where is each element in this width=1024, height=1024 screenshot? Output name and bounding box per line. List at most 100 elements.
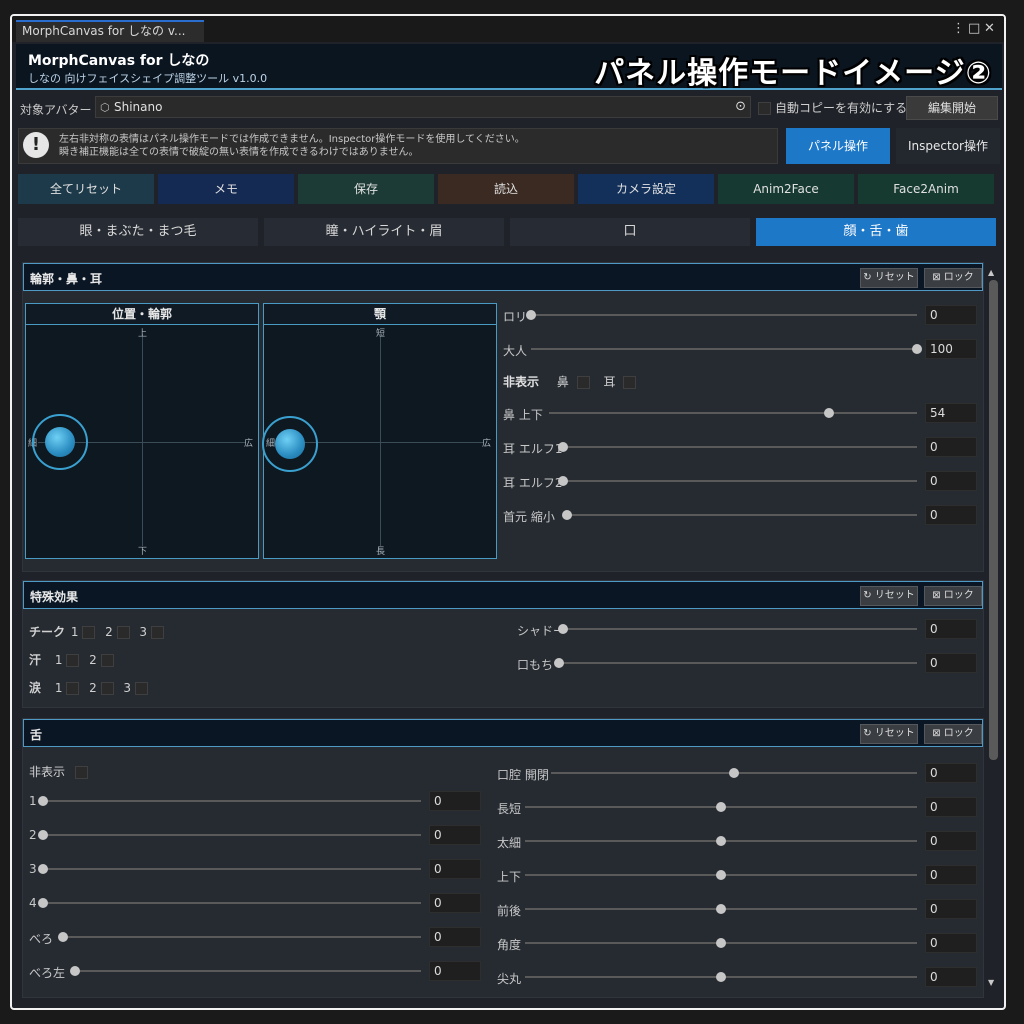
tongue-left-slider-thumb-1[interactable] [38, 830, 48, 840]
contour-slider-thumb-1[interactable] [912, 344, 922, 354]
special-lock-button[interactable]: ⊠ ロック [924, 586, 982, 606]
hide-ear-checkbox[interactable] [623, 376, 637, 389]
avatar-object-field[interactable]: ⬡ Shinano ⊙ [95, 96, 751, 118]
tongue-left-slider-value-5[interactable]: 0 [429, 961, 481, 981]
contour-reset-button[interactable]: ↻ リセット [860, 268, 918, 288]
tongue-right-slider-value-6[interactable]: 0 [925, 967, 977, 987]
tongue-right-slider-value-2[interactable]: 0 [925, 831, 977, 851]
cheek-3-checkbox[interactable] [150, 626, 164, 639]
tongue-right-slider-value-4[interactable]: 0 [925, 899, 977, 919]
position-contour-pad[interactable]: 位置・輪郭 上 下 細 広 [25, 303, 259, 559]
tongue-right-slider-thumb-0[interactable] [729, 768, 739, 778]
contour-slider-value-2[interactable]: 54 [925, 403, 977, 423]
scroll-down-icon[interactable]: ▼ [988, 978, 994, 987]
category-tab-0[interactable]: 眼・まぶた・まつ毛 [18, 218, 258, 246]
contour-slider-track-2[interactable] [549, 412, 917, 414]
tongue-left-slider-track-0[interactable] [43, 800, 421, 802]
tongue-left-slider-thumb-3[interactable] [38, 898, 48, 908]
menu-icon[interactable]: ⋮ [952, 21, 965, 36]
sweat-2-checkbox[interactable] [100, 654, 114, 667]
tongue-left-slider-thumb-4[interactable] [58, 932, 68, 942]
tongue-right-slider-value-3[interactable]: 0 [925, 865, 977, 885]
action-button-6[interactable]: Face2Anim [858, 174, 994, 204]
tongue-right-slider-thumb-5[interactable] [716, 938, 726, 948]
tongue-left-slider-value-2[interactable]: 0 [429, 859, 481, 879]
window-tab[interactable]: MorphCanvas for しなの v... [16, 20, 204, 42]
special-slider-track-0[interactable] [563, 628, 917, 630]
tears-1-checkbox[interactable] [66, 682, 80, 695]
special-slider-track-1[interactable] [559, 662, 917, 664]
object-picker-icon[interactable]: ⊙ [735, 99, 746, 114]
contour-slider-thumb-2[interactable] [823, 408, 834, 418]
action-button-3[interactable]: 読込 [438, 174, 574, 204]
tongue-left-slider-value-1[interactable]: 0 [429, 825, 481, 845]
contour-lock-button[interactable]: ⊠ ロック [924, 268, 982, 288]
cheek-2-checkbox[interactable] [116, 626, 130, 639]
tears-3-checkbox[interactable] [134, 682, 148, 695]
pad2-handle[interactable] [275, 429, 305, 459]
auto-copy-checkbox[interactable] [758, 102, 771, 115]
tongue-right-slider-thumb-6[interactable] [716, 972, 726, 982]
vertical-scrollbar[interactable]: ▲ ▼ [988, 268, 998, 988]
special-slider-value-1[interactable]: 0 [925, 653, 977, 673]
category-tab-2[interactable]: 口 [510, 218, 750, 246]
action-button-5[interactable]: Anim2Face [718, 174, 854, 204]
tongue-right-slider-thumb-4[interactable] [716, 904, 726, 914]
tongue-right-slider-value-1[interactable]: 0 [925, 797, 977, 817]
action-button-2[interactable]: 保存 [298, 174, 434, 204]
jaw-pad[interactable]: 顎 短 長 細 広 [262, 303, 497, 559]
edit-start-button[interactable]: 編集開始 [906, 96, 998, 120]
contour-slider-track-4[interactable] [563, 480, 917, 482]
scroll-thumb[interactable] [989, 280, 998, 760]
tongue-left-slider-thumb-0[interactable] [38, 796, 48, 806]
contour-slider-track-3[interactable] [563, 446, 917, 448]
action-button-1[interactable]: メモ [158, 174, 294, 204]
tongue-left-slider-track-5[interactable] [75, 970, 421, 972]
contour-slider-value-5[interactable]: 0 [925, 505, 977, 525]
tears-2-checkbox[interactable] [100, 682, 114, 695]
tongue-left-slider-thumb-5[interactable] [70, 966, 80, 976]
tongue-hide-checkbox[interactable] [74, 766, 88, 779]
contour-slider-track-1[interactable] [531, 348, 917, 350]
contour-slider-track-0[interactable] [531, 314, 917, 316]
contour-slider-thumb-5[interactable] [562, 510, 572, 520]
tongue-left-slider-track-4[interactable] [63, 936, 421, 938]
pad1-handle[interactable] [45, 427, 75, 457]
contour-slider-value-4[interactable]: 0 [925, 471, 977, 491]
tongue-lock-button[interactable]: ⊠ ロック [924, 724, 982, 744]
category-tab-3[interactable]: 顔・舌・歯 [756, 218, 996, 246]
tongue-left-slider-track-3[interactable] [43, 902, 421, 904]
auto-copy-toggle[interactable]: 自動コピーを有効にする [758, 99, 907, 116]
tongue-right-slider-thumb-2[interactable] [716, 836, 726, 846]
scroll-up-icon[interactable]: ▲ [988, 268, 994, 277]
tongue-left-slider-value-0[interactable]: 0 [429, 791, 481, 811]
cheek-1-checkbox[interactable] [82, 626, 96, 639]
contour-slider-value-1[interactable]: 100 [925, 339, 977, 359]
tongue-right-slider-thumb-3[interactable] [716, 870, 726, 880]
tongue-left-slider-track-2[interactable] [43, 868, 421, 870]
contour-slider-track-5[interactable] [567, 514, 917, 516]
contour-slider-thumb-3[interactable] [558, 442, 568, 452]
tongue-left-slider-value-3[interactable]: 0 [429, 893, 481, 913]
tongue-reset-button[interactable]: ↻ リセット [860, 724, 918, 744]
special-slider-value-0[interactable]: 0 [925, 619, 977, 639]
contour-slider-thumb-0[interactable] [526, 310, 536, 320]
panel-mode-button[interactable]: パネル操作 [786, 128, 890, 164]
action-button-0[interactable]: 全てリセット [18, 174, 154, 204]
contour-slider-value-3[interactable]: 0 [925, 437, 977, 457]
hide-nose-checkbox[interactable] [576, 376, 590, 389]
close-icon[interactable]: ✕ [984, 21, 995, 36]
sweat-1-checkbox[interactable] [66, 654, 80, 667]
tongue-right-slider-value-0[interactable]: 0 [925, 763, 977, 783]
special-slider-thumb-1[interactable] [554, 658, 564, 668]
tongue-right-slider-thumb-1[interactable] [716, 802, 726, 812]
maximize-icon[interactable]: □ [968, 21, 980, 36]
category-tab-1[interactable]: 瞳・ハイライト・眉 [264, 218, 504, 246]
tongue-right-slider-value-5[interactable]: 0 [925, 933, 977, 953]
special-slider-thumb-0[interactable] [558, 624, 568, 634]
tongue-left-slider-track-1[interactable] [43, 834, 421, 836]
special-reset-button[interactable]: ↻ リセット [860, 586, 918, 606]
contour-slider-value-0[interactable]: 0 [925, 305, 977, 325]
contour-slider-thumb-4[interactable] [558, 476, 568, 486]
tongue-left-slider-value-4[interactable]: 0 [429, 927, 481, 947]
